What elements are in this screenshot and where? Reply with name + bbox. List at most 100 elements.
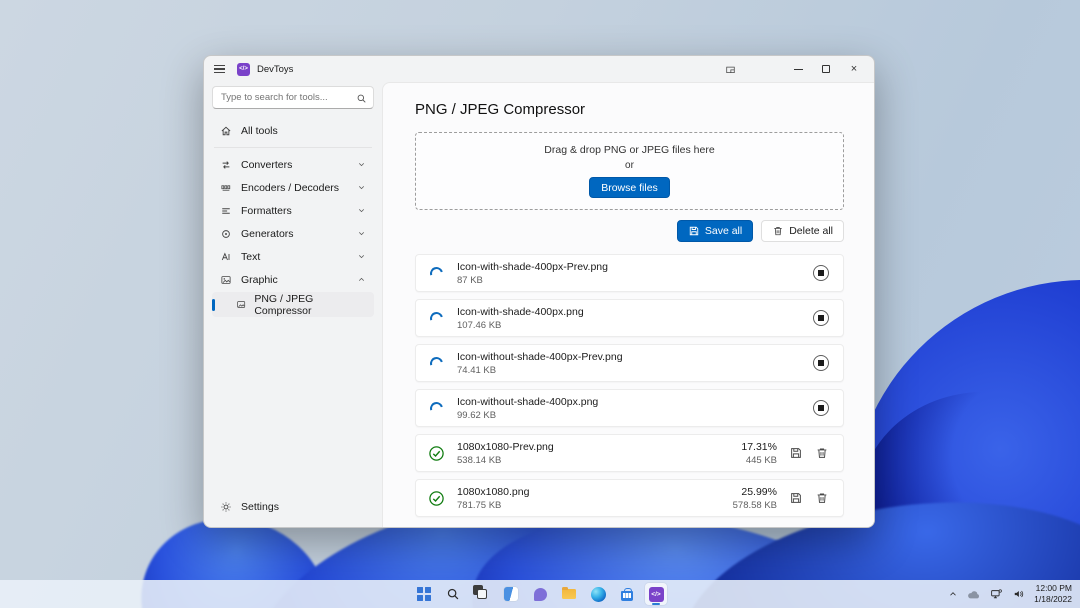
folder-icon <box>562 589 576 599</box>
stop-icon <box>818 315 824 321</box>
sidebar-separator <box>214 147 372 148</box>
cancel-compression-button[interactable] <box>813 265 829 281</box>
delete-all-label: Delete all <box>789 225 833 237</box>
file-meta: Icon-without-shade-400px.png 99.62 KB <box>457 396 598 421</box>
widgets-button[interactable] <box>500 583 522 605</box>
file-row: 1080x1080.png 781.75 KB 25.99% 578.58 KB <box>415 479 844 517</box>
devtoys-logo-icon: </> <box>237 63 250 76</box>
file-meta: 1080x1080.png 781.75 KB <box>457 486 529 511</box>
chevron-down-icon <box>357 252 366 261</box>
success-check-icon <box>428 490 445 507</box>
delete-all-button[interactable]: Delete all <box>761 220 844 242</box>
sidebar-item-all-tools[interactable]: All tools <box>212 119 374 142</box>
window-controls: × <box>718 58 868 80</box>
file-size: 74.41 KB <box>457 365 623 376</box>
chevron-down-icon <box>357 160 366 169</box>
minimize-button[interactable] <box>784 58 812 80</box>
delete-file-button[interactable] <box>815 491 829 505</box>
save-icon <box>789 491 803 505</box>
onedrive-button[interactable] <box>967 589 981 600</box>
save-icon <box>789 446 803 460</box>
sidebar-item-converters[interactable]: Converters <box>212 153 374 176</box>
edge-button[interactable] <box>587 583 609 605</box>
hidden-icons-button[interactable] <box>948 589 958 599</box>
file-name: Icon-without-shade-400px.png <box>457 396 598 408</box>
taskbar-search-button[interactable] <box>442 583 464 605</box>
text-tool-icon <box>220 251 232 263</box>
cancel-compression-button[interactable] <box>813 400 829 416</box>
file-size: 99.62 KB <box>457 410 598 421</box>
sidebar-item-label: Graphic <box>241 274 278 286</box>
file-meta: 1080x1080-Prev.png 538.14 KB <box>457 441 554 466</box>
start-button[interactable] <box>413 583 435 605</box>
progress-spinner-icon <box>428 354 446 372</box>
sidebar-item-label: Encoders / Decoders <box>241 182 339 194</box>
edge-icon <box>591 587 606 602</box>
chevron-up-icon <box>948 589 958 599</box>
trash-icon <box>815 446 829 460</box>
volume-button[interactable] <box>1012 588 1025 600</box>
compression-percent: 25.99% <box>741 486 777 498</box>
dropzone-text: Drag & drop PNG or JPEG files here <box>544 144 714 156</box>
sidebar-item-label: Converters <box>241 159 292 171</box>
sidebar-item-text[interactable]: Text <box>212 245 374 268</box>
close-button[interactable]: × <box>840 58 868 80</box>
trash-icon <box>815 491 829 505</box>
save-file-button[interactable] <box>789 446 803 460</box>
home-icon <box>220 125 232 137</box>
file-name: Icon-with-shade-400px.png <box>457 306 584 318</box>
stop-icon <box>818 270 824 276</box>
save-file-button[interactable] <box>789 491 803 505</box>
chat-button[interactable] <box>529 583 551 605</box>
progress-spinner-icon <box>428 309 446 327</box>
sidebar-item-settings[interactable]: Settings <box>212 494 374 519</box>
tool-search <box>212 86 374 109</box>
file-status <box>428 490 445 507</box>
sidebar-item-label: Formatters <box>241 205 292 217</box>
file-status <box>428 312 445 325</box>
file-row: 1080x1080-Prev.png 538.14 KB 17.31% 445 … <box>415 434 844 472</box>
file-dropzone[interactable]: Drag & drop PNG or JPEG files here or Br… <box>415 132 844 210</box>
compact-overlay-button[interactable] <box>718 59 742 79</box>
system-tray: 12:00 PM 1/18/2022 <box>948 580 1072 608</box>
sidebar-item-formatters[interactable]: Formatters <box>212 199 374 222</box>
save-all-button[interactable]: Save all <box>677 220 753 242</box>
chevron-down-icon <box>357 183 366 192</box>
search-input[interactable] <box>212 86 374 109</box>
cancel-compression-button[interactable] <box>813 310 829 326</box>
maximize-button[interactable] <box>812 58 840 80</box>
file-size: 781.75 KB <box>457 500 529 511</box>
compression-percent: 17.31% <box>741 441 777 453</box>
search-icon <box>356 91 367 109</box>
delete-file-button[interactable] <box>815 446 829 460</box>
file-explorer-button[interactable] <box>558 583 580 605</box>
taskbar-clock[interactable]: 12:00 PM 1/18/2022 <box>1034 583 1072 605</box>
sidebar-item-label: PNG / JPEG Compressor <box>254 293 366 317</box>
network-icon <box>990 588 1003 600</box>
sidebar-item-png-jpeg-compressor[interactable]: PNG / JPEG Compressor <box>212 292 374 317</box>
sidebar-item-generators[interactable]: Generators <box>212 222 374 245</box>
windows-logo-icon <box>417 587 431 601</box>
file-size: 107.46 KB <box>457 320 584 331</box>
sidebar-nav: All tools Converters Encoders / Decoders <box>212 119 374 317</box>
cancel-compression-button[interactable] <box>813 355 829 371</box>
window-body: All tools Converters Encoders / Decoders <box>204 82 874 527</box>
sidebar-item-encoders-decoders[interactable]: Encoders / Decoders <box>212 176 374 199</box>
chat-icon <box>534 588 547 601</box>
file-row: Icon-without-shade-400px-Prev.png 74.41 … <box>415 344 844 382</box>
cloud-icon <box>967 589 981 600</box>
sidebar-item-graphic[interactable]: Graphic <box>212 268 374 291</box>
graphic-icon <box>220 274 232 286</box>
task-view-button[interactable] <box>471 583 493 605</box>
hamburger-menu-button[interactable] <box>212 61 230 77</box>
devtoys-taskbar-button[interactable]: </> <box>645 583 667 605</box>
file-status <box>428 402 445 415</box>
store-button[interactable] <box>616 583 638 605</box>
network-button[interactable] <box>990 588 1003 600</box>
file-row: Icon-with-shade-400px.png 107.46 KB <box>415 299 844 337</box>
settings-label: Settings <box>241 501 279 513</box>
browse-files-button[interactable]: Browse files <box>589 177 670 198</box>
page-title: PNG / JPEG Compressor <box>415 101 844 118</box>
save-all-label: Save all <box>705 225 742 237</box>
minimize-icon <box>794 69 803 70</box>
